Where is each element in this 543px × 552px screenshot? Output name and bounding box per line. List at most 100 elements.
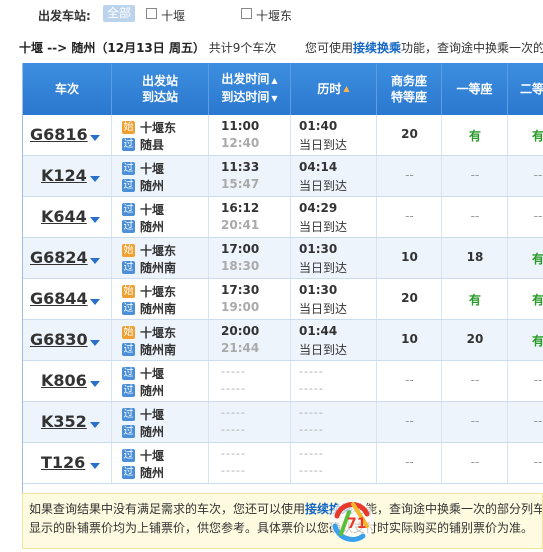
train-cell: K806 bbox=[23, 361, 112, 401]
table-row: G6816 始 十堰东 过 随县 11:00 12:40 01:40 当日到达 … bbox=[23, 115, 543, 156]
first-cell: -- bbox=[442, 197, 508, 237]
expand-stops-icon[interactable] bbox=[90, 258, 100, 264]
from-station: 十堰东 bbox=[140, 121, 177, 135]
svg-text:71: 71 bbox=[347, 516, 366, 532]
business-seat-count: 10 bbox=[401, 250, 418, 264]
first-seat-count: 有 bbox=[468, 129, 481, 143]
expand-stops-icon[interactable] bbox=[90, 463, 100, 469]
filter-shiyandong-checkbox[interactable] bbox=[241, 8, 252, 19]
times-cell: 11:00 12:40 bbox=[209, 115, 291, 155]
first-seat-count: 20 bbox=[466, 332, 484, 346]
train-count: 共计9个车次 bbox=[208, 41, 277, 55]
business-cell: -- bbox=[377, 156, 442, 196]
col-special-label: 特等座 bbox=[390, 90, 427, 104]
duration-cell: ----- ----- bbox=[291, 361, 377, 401]
stations-cell: 过 十堰 过 随州 bbox=[112, 402, 209, 442]
expand-stops-icon[interactable] bbox=[90, 381, 100, 387]
second-seat-count: 有 bbox=[531, 334, 543, 348]
stations-cell: 始 十堰东 过 随县 bbox=[112, 115, 209, 155]
filter-shiyandong-label[interactable]: 十堰东 bbox=[256, 7, 292, 24]
sort-up-icon[interactable]: ▲ bbox=[271, 76, 277, 85]
train-cell: K352 bbox=[23, 402, 112, 442]
pass-badge-icon: 过 bbox=[122, 408, 135, 421]
second-cell: 有 bbox=[508, 320, 543, 360]
col-duration[interactable]: 历时 ▲ bbox=[291, 63, 377, 115]
business-cell: -- bbox=[377, 443, 442, 483]
transfer-link[interactable]: 接续换乘 bbox=[353, 41, 401, 55]
notice-text-3: 显示的卧铺票价均为上铺票价，供您参考。具体票价以您确认支付时实际购买的铺别票价为… bbox=[29, 521, 534, 535]
first-seat-count: -- bbox=[470, 455, 480, 469]
pass-badge-icon: 过 bbox=[122, 203, 135, 216]
to-station: 随县 bbox=[140, 138, 165, 152]
arrival-note: ----- bbox=[299, 464, 324, 477]
table-row: G6830 始 十堰东 过 随州南 20:00 21:44 01:44 当日到达… bbox=[23, 320, 543, 361]
sort-down-icon[interactable]: ▼ bbox=[271, 94, 277, 103]
times-cell: 20:00 21:44 bbox=[209, 320, 291, 360]
origin-badge-icon: 始 bbox=[122, 326, 135, 339]
expand-stops-icon[interactable] bbox=[90, 217, 100, 223]
col-second: 二等 bbox=[508, 63, 543, 115]
expand-stops-icon[interactable] bbox=[90, 340, 100, 346]
expand-stops-icon[interactable] bbox=[90, 176, 100, 182]
first-seat-count: -- bbox=[470, 373, 480, 387]
table-header: 车次 出发站 到达站 出发时间 ▲ 到达时间 ▼ 历时 ▲ 商务座 特等座 一等座 二等 bbox=[23, 63, 543, 115]
from-station: 十堰 bbox=[140, 162, 165, 176]
business-seat-count: -- bbox=[405, 168, 414, 182]
duration-cell: 01:40 当日到达 bbox=[291, 115, 377, 155]
table-row: T126 过 十堰 过 随州 ----- ----- ----- ----- -… bbox=[23, 443, 543, 484]
times-cell: ----- ----- bbox=[209, 443, 291, 483]
pass-badge-icon: 过 bbox=[122, 466, 135, 479]
second-cell: -- bbox=[508, 361, 543, 401]
filter-all-button[interactable]: 全部 bbox=[103, 5, 136, 22]
second-seat-count: -- bbox=[533, 209, 543, 223]
times-cell: ----- ----- bbox=[209, 402, 291, 442]
business-cell: -- bbox=[377, 197, 442, 237]
to-station: 随州 bbox=[140, 384, 165, 398]
duration: 01:44 bbox=[299, 324, 338, 338]
stations-cell: 始 十堰东 过 随州南 bbox=[112, 320, 209, 360]
train-number-link[interactable]: K352 bbox=[41, 412, 87, 431]
second-cell: -- bbox=[508, 443, 543, 483]
arr-time: 20:41 bbox=[221, 218, 260, 232]
col-train[interactable]: 车次 bbox=[23, 63, 112, 115]
col-stations[interactable]: 出发站 到达站 bbox=[112, 63, 209, 115]
business-cell: 20 bbox=[377, 279, 442, 319]
train-number-link[interactable]: G6824 bbox=[30, 248, 88, 267]
train-number-link[interactable]: K644 bbox=[41, 207, 87, 226]
business-seat-count: -- bbox=[405, 455, 414, 469]
table-row: G6824 始 十堰东 过 随州南 17:00 18:30 01:30 当日到达… bbox=[23, 238, 543, 279]
train-number-link[interactable]: G6830 bbox=[30, 330, 88, 349]
arr-time: 21:44 bbox=[221, 341, 260, 355]
second-seat-count: 有 bbox=[531, 252, 543, 266]
filter-shiyan-checkbox[interactable] bbox=[146, 8, 157, 19]
sort-up-icon[interactable]: ▲ bbox=[343, 81, 349, 97]
arrival-note: 当日到达 bbox=[299, 220, 348, 234]
expand-stops-icon[interactable] bbox=[90, 135, 100, 141]
train-number-link[interactable]: G6816 bbox=[30, 125, 88, 144]
expand-stops-icon[interactable] bbox=[90, 299, 100, 305]
filter-shiyan-label[interactable]: 十堰 bbox=[161, 7, 185, 24]
second-seat-count: -- bbox=[533, 414, 543, 428]
col-second-label: 二等 bbox=[520, 82, 543, 96]
train-number-link[interactable]: K806 bbox=[41, 371, 87, 390]
stations-cell: 过 十堰 过 随州 bbox=[112, 443, 209, 483]
from-station: 十堰 bbox=[140, 367, 165, 381]
times-cell: 17:30 19:00 bbox=[209, 279, 291, 319]
business-seat-count: -- bbox=[405, 414, 414, 428]
second-seat-count: 有 bbox=[531, 129, 543, 143]
expand-stops-icon[interactable] bbox=[90, 422, 100, 428]
duration: ----- bbox=[299, 406, 324, 419]
train-number-link[interactable]: G6844 bbox=[30, 289, 88, 308]
origin-badge-icon: 始 bbox=[122, 244, 135, 257]
second-cell: -- bbox=[508, 156, 543, 196]
col-dep-label: 出发时间 bbox=[221, 72, 270, 86]
business-cell: 10 bbox=[377, 320, 442, 360]
train-cell: T126 bbox=[23, 443, 112, 483]
pass-badge-icon: 过 bbox=[122, 220, 135, 233]
train-number-link[interactable]: K124 bbox=[41, 166, 87, 185]
stations-cell: 始 十堰东 过 随州南 bbox=[112, 279, 209, 319]
arr-time: 18:30 bbox=[221, 259, 260, 273]
col-times[interactable]: 出发时间 ▲ 到达时间 ▼ bbox=[209, 63, 291, 115]
train-number-link[interactable]: T126 bbox=[41, 453, 85, 472]
dep-time: 17:00 bbox=[221, 242, 260, 256]
